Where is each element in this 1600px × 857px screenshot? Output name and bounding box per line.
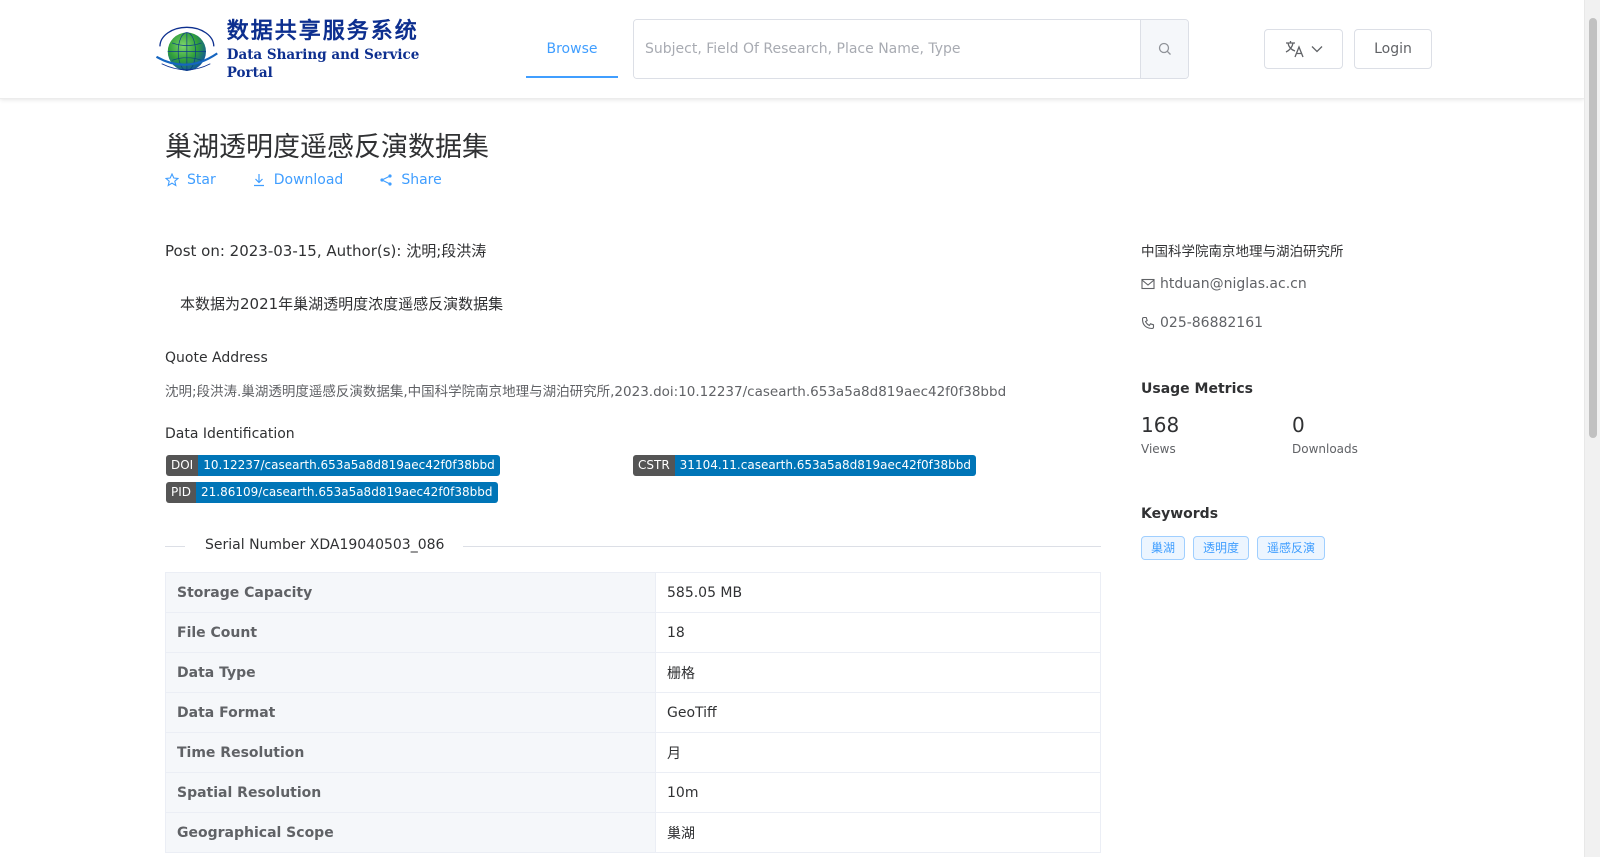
search-icon [1158,42,1171,55]
phone-text: 025-86882161 [1160,315,1264,331]
table-row: Data Format GeoTiff [165,692,1101,733]
phone-icon [1141,316,1155,330]
login-button[interactable]: Login [1354,29,1432,69]
share-icon [380,174,392,186]
identification-heading: Data Identification [165,426,295,442]
table-row: Storage Capacity 585.05 MB [165,572,1101,613]
contact-phone: 025-86882161 [1141,315,1263,331]
dataset-title: 巢湖透明度遥感反演数据集 [165,132,489,163]
table-row-key: Time Resolution [165,732,656,773]
table-row: Geographical Scope 巢湖 [165,812,1101,853]
contact-email[interactable]: htduan@niglas.ac.cn [1141,276,1307,292]
metadata-table: Storage Capacity 585.05 MB File Count 18 Dat… [165,572,1101,853]
keyword-tag[interactable]: 透明度 [1193,536,1250,560]
table-row: Time Resolution 月 [165,732,1101,773]
table-row-value: GeoTiff [655,692,1101,733]
serial-number: Serial Number XDA19040503_086 [205,537,445,553]
email-text: htduan@niglas.ac.cn [1160,276,1307,292]
dataset-actions: Star Download Share [165,172,442,188]
organization-name: 中国科学院南京地理与湖泊研究所 [1141,244,1344,260]
share-button[interactable]: Share [379,172,442,188]
table-row-value: 18 [655,612,1101,653]
views-label: Views [1141,442,1176,456]
keyword-tag[interactable]: 遥感反演 [1257,536,1326,560]
cstr-badge-key: CSTR [633,455,675,476]
divider-line-right [463,546,1101,547]
doi-badge[interactable]: DOI 10.12237/casearth.653a5a8d819aec42f0… [166,455,500,476]
chevron-down-icon [1311,46,1322,53]
scrollbar-thumb[interactable] [1589,18,1597,438]
cstr-badge-value: 31104.11.casearth.653a5a8d819aec42f0f38b… [674,455,976,476]
logo-title-en: Data Sharing and Service Portal [226,47,420,81]
nav-browse[interactable]: Browse [526,20,618,78]
star-button[interactable]: Star [165,172,216,188]
pid-badge-key: PID [166,482,197,503]
table-row-key: Spatial Resolution [165,772,656,813]
pid-badge-value: 21.86109/casearth.653a5a8d819aec42f0f38b… [196,482,498,503]
doi-badge-value: 10.12237/casearth.653a5a8d819aec42f0f38b… [198,455,500,476]
dataset-description: 本数据为2021年巢湖透明度浓度遥感反演数据集 [180,295,504,313]
star-label: Star [187,172,216,188]
quote-heading: Quote Address [165,350,268,366]
language-button[interactable] [1264,29,1343,69]
usage-metrics-heading: Usage Metrics [1141,381,1253,397]
logo-title-cn: 数据共享服务系统 [226,18,419,44]
downloads-label: Downloads [1292,442,1358,456]
serial-divider: Serial Number XDA19040503_086 [165,536,1101,558]
download-icon [253,174,264,187]
keyword-tag[interactable]: 巢湖 [1141,536,1186,560]
search-input[interactable] [634,20,1140,78]
search-box [633,19,1189,79]
table-row-value: 栅格 [655,652,1101,693]
keywords-heading: Keywords [1141,506,1219,522]
top-header: 数据共享服务系统 Data Sharing and Service Portal… [0,0,1584,99]
table-row: File Count 18 [165,612,1101,653]
pid-badge[interactable]: PID 21.86109/casearth.653a5a8d819aec42f0… [166,482,498,503]
star-icon [165,173,179,187]
table-row: Spatial Resolution 10m [165,772,1101,813]
translate-icon [1285,41,1304,58]
globe-logo-icon [155,26,218,72]
quote-text: 沈明;段洪涛.巢湖透明度遥感反演数据集,中国科学院南京地理与湖泊研究所,2023… [165,384,1007,400]
page-scrollbar[interactable] [1584,0,1600,857]
table-row-value: 10m [655,772,1101,813]
download-label: Download [273,172,344,188]
table-row-value: 月 [655,732,1101,773]
downloads-count: 0 [1292,413,1305,437]
table-row-key: Geographical Scope [165,812,656,853]
site-logo[interactable]: 数据共享服务系统 Data Sharing and Service Portal [153,18,438,81]
doi-badge-key: DOI [166,455,199,476]
table-row-key: Data Format [165,692,656,733]
table-row-value: 巢湖 [655,812,1101,853]
post-info: Post on: 2023-03-15, Author(s): 沈明;段洪涛 [165,242,487,260]
cstr-badge[interactable]: CSTR 31104.11.casearth.653a5a8d819aec42f… [633,455,976,476]
share-label: Share [401,172,442,188]
divider-line-left [165,546,185,547]
download-button[interactable]: Download [252,172,344,188]
table-row-key: Storage Capacity [165,572,656,613]
table-row-key: Data Type [165,652,656,693]
mail-icon [1141,278,1155,290]
search-button[interactable] [1140,20,1188,78]
table-row: Data Type 栅格 [165,652,1101,693]
table-row-value: 585.05 MB [655,572,1101,613]
views-count: 168 [1141,413,1180,437]
table-row-key: File Count [165,612,656,653]
